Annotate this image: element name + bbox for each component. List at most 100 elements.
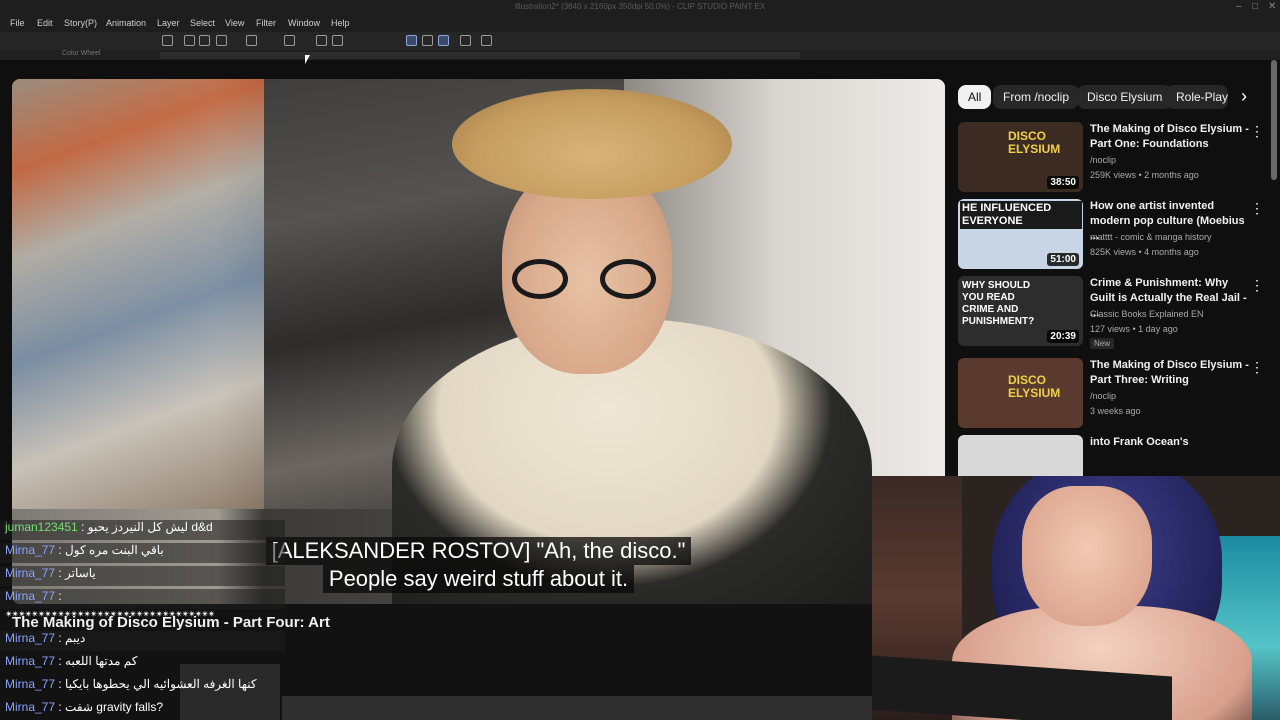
channel-name[interactable]: matttt - comic & manga history xyxy=(1090,232,1212,242)
duration-badge: 38:50 xyxy=(1047,176,1079,189)
chat-username: Mirna_77 xyxy=(5,654,56,668)
video-meta: 3 weeks ago xyxy=(1090,406,1141,416)
mouse-cursor-icon xyxy=(305,55,310,64)
menu-bar: File Edit Story(P) Animation Layer Selec… xyxy=(0,15,1280,32)
save-icon[interactable] xyxy=(216,35,227,46)
video-title[interactable]: The Making of Disco Elysium - Part One: … xyxy=(1090,122,1255,152)
app-toolbar xyxy=(0,32,1280,50)
chip-all[interactable]: All xyxy=(958,85,992,109)
menu-view[interactable]: View xyxy=(225,18,244,28)
app-title-bar: Illustration2* (3840 x 2160px 350dpi 50.… xyxy=(0,0,1280,15)
menu-edit[interactable]: Edit xyxy=(37,18,53,28)
chat-text: كنها الغرفه العشوائيه الي يحطوها بايكيا xyxy=(65,677,257,691)
chip-disco-elysium[interactable]: Disco Elysium xyxy=(1077,85,1173,109)
channel-name[interactable]: /noclip xyxy=(1090,391,1116,401)
chat-username: Mirna_77 xyxy=(5,677,56,691)
thumbnail-text: DISCO ELYSIUM xyxy=(1008,129,1061,156)
video-thumbnail[interactable]: WHY SHOULD YOU READ CRIME AND PUNISHMENT… xyxy=(958,276,1083,346)
chat-username: Mirna_77 xyxy=(5,631,56,645)
chat-message: Mirna_77 : xyxy=(0,589,285,609)
channel-name[interactable]: /noclip xyxy=(1090,155,1116,165)
menu-story[interactable]: Story(P) xyxy=(64,18,97,28)
chat-text: ديبم xyxy=(65,631,86,645)
video-meta: 127 views • 1 day ago xyxy=(1090,324,1178,334)
snap-special-ruler-icon[interactable] xyxy=(422,35,433,46)
video-title[interactable]: into Frank Ocean's xyxy=(1090,435,1255,450)
vtuber-avatar-overlay xyxy=(872,476,1280,720)
more-options-icon[interactable]: ⋮ xyxy=(1250,360,1264,374)
chat-message: Mirna_77 : ديبم xyxy=(0,631,285,651)
chat-message: ✴✴✴✴✴✴✴✴✴✴✴✴✴✴✴✴✴✴✴✴✴✴✴✴✴✴✴✴✴✴✴✴ xyxy=(0,609,285,629)
undo-icon[interactable] xyxy=(246,35,257,46)
more-options-icon[interactable]: ⋮ xyxy=(1250,124,1264,138)
chat-message: Mirna_77 : كم مدتها اللعبه xyxy=(5,654,138,668)
app-title: Illustration2* (3840 x 2160px 350dpi 50.… xyxy=(514,2,766,11)
minimize-icon[interactable]: – xyxy=(1236,1,1242,12)
recommendation-item[interactable]: DISCO ELYSIUM 38:50 The Making of Disco … xyxy=(958,122,1268,194)
avatar-face xyxy=(1022,486,1152,626)
scrollbar[interactable] xyxy=(1271,60,1277,180)
tab-bar: Color Wheel xyxy=(0,50,1280,60)
canvas-bottom-panel xyxy=(282,696,872,720)
chat-username: Mirna_77 xyxy=(5,543,56,557)
menu-filter[interactable]: Filter xyxy=(256,18,276,28)
menu-file[interactable]: File xyxy=(10,18,25,28)
caption-line-2: People say weird stuff about it. xyxy=(322,565,635,593)
chat-text: شفت gravity falls? xyxy=(65,700,163,714)
companion-icon[interactable] xyxy=(162,35,173,46)
chat-username: juman123451 xyxy=(5,520,78,534)
recommendation-item[interactable]: WHY SHOULD YOU READ CRIME AND PUNISHMENT… xyxy=(958,276,1268,349)
menu-window[interactable]: Window xyxy=(288,18,320,28)
more-options-icon[interactable]: ⋮ xyxy=(1250,201,1264,215)
snap-grid-icon[interactable] xyxy=(438,35,449,46)
chat-message: Mirna_77 : باقي البنت مره كول xyxy=(0,543,285,563)
loading-icon[interactable] xyxy=(284,35,295,46)
video-thumbnail[interactable]: DISCO ELYSIUM 38:50 xyxy=(958,122,1083,192)
transform-icon[interactable] xyxy=(316,35,327,46)
duration-badge: 51:00 xyxy=(1047,253,1079,266)
painting-left xyxy=(12,79,264,509)
recommendation-item[interactable]: DISCO ELYSIUM The Making of Disco Elysiu… xyxy=(958,358,1268,430)
menu-layer[interactable]: Layer xyxy=(157,18,180,28)
thumbnail-text: WHY SHOULD YOU READ CRIME AND PUNISHMENT… xyxy=(962,280,1035,327)
chat-text: كم مدتها اللعبه xyxy=(65,654,138,668)
open-file-icon[interactable] xyxy=(199,35,210,46)
chat-message: Mirna_77 : ياساتر xyxy=(0,566,285,586)
channel-name[interactable]: Classic Books Explained EN xyxy=(1090,309,1204,319)
chat-message: Mirna_77 : شفت gravity falls? xyxy=(5,700,163,714)
settings-icon[interactable] xyxy=(481,35,492,46)
chip-from-noclip[interactable]: From /noclip xyxy=(993,85,1080,109)
menu-animation[interactable]: Animation xyxy=(106,18,146,28)
chat-text: باقي البنت مره كول xyxy=(65,543,164,557)
new-badge: New xyxy=(1090,338,1115,349)
video-top-band xyxy=(0,60,1280,80)
snap-ruler-icon[interactable] xyxy=(406,35,417,46)
chat-text: ليش كل النيردز يحبو d&d xyxy=(87,520,213,534)
more-options-icon[interactable]: ⋮ xyxy=(1250,278,1264,292)
new-file-icon[interactable] xyxy=(184,35,195,46)
crop-icon[interactable] xyxy=(332,35,343,46)
video-thumbnail[interactable]: HE INFLUENCED EVERYONE 51:00 xyxy=(958,199,1083,269)
speaker-glasses xyxy=(512,259,662,299)
chat-text: ياساتر xyxy=(65,566,96,580)
chip-role-play[interactable]: Role-Play xyxy=(1166,85,1228,109)
video-meta: 825K views • 4 months ago xyxy=(1090,247,1199,257)
menu-help[interactable]: Help xyxy=(331,18,350,28)
video-title[interactable]: The Making of Disco Elysium - Part Three… xyxy=(1090,358,1255,388)
chat-username: Mirna_77 xyxy=(5,589,56,603)
recommendation-item[interactable]: HE INFLUENCED EVERYONE 51:00 How one art… xyxy=(958,199,1268,271)
thumbnail-text: DISCO ELYSIUM xyxy=(1008,373,1061,400)
chat-text: ✴✴✴✴✴✴✴✴✴✴✴✴✴✴✴✴✴✴✴✴✴✴✴✴✴✴✴✴✴✴✴✴ xyxy=(5,609,215,619)
chat-message: juman123451 : ليش كل النيردز يحبو d&d xyxy=(0,520,285,540)
canvas-tabs[interactable] xyxy=(160,52,800,59)
menu-select[interactable]: Select xyxy=(190,18,215,28)
video-thumbnail[interactable]: DISCO ELYSIUM xyxy=(958,358,1083,428)
close-icon[interactable]: ✕ xyxy=(1268,1,1276,12)
speaker-hat xyxy=(452,89,732,199)
maximize-icon[interactable]: □ xyxy=(1252,1,1258,12)
chat-username: Mirna_77 xyxy=(5,700,56,714)
video-meta: 259K views • 2 months ago xyxy=(1090,170,1199,180)
palette-label: Color Wheel xyxy=(62,50,101,57)
layer-settings-icon[interactable] xyxy=(460,35,471,46)
chevron-right-icon[interactable]: › xyxy=(1232,85,1256,109)
